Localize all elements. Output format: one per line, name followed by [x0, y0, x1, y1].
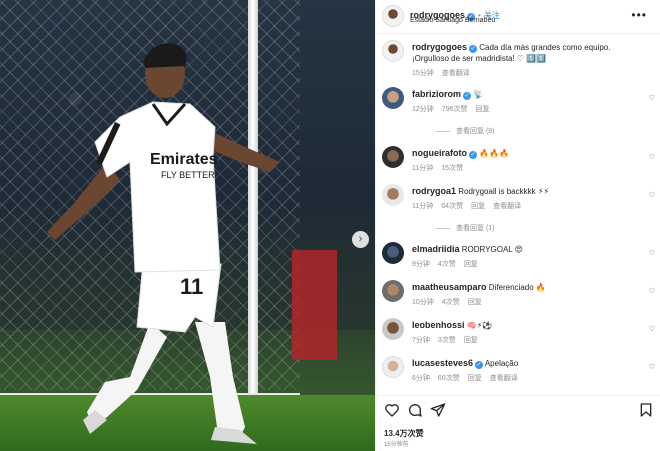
comment-time: 11分钟	[412, 165, 434, 172]
ad-board	[292, 250, 337, 360]
reply-button[interactable]: 回复	[468, 299, 482, 306]
jersey-sponsor-sub: FLY BETTER	[161, 170, 215, 180]
reply-button[interactable]: 回复	[475, 106, 489, 113]
translate-link[interactable]: 查看翻译	[490, 375, 518, 382]
post-header: rodrygogoes ✓ • 关注 Estadio Santiago Bernabé…	[376, 0, 660, 34]
jersey-number: 11	[180, 274, 203, 299]
commenter-avatar[interactable]	[382, 87, 404, 109]
more-options-icon[interactable]: •••	[631, 8, 647, 22]
like-heart-icon[interactable]: ♡	[649, 287, 655, 295]
comment-likes[interactable]: 4次赞	[438, 261, 456, 268]
comment-text: 🔥🔥🔥	[479, 149, 510, 158]
like-heart-icon[interactable]: ♡	[649, 325, 655, 333]
reply-button[interactable]: 回复	[468, 375, 482, 382]
commenter-avatar[interactable]	[382, 146, 404, 168]
translate-link[interactable]: 查看翻译	[493, 203, 521, 210]
view-replies-link[interactable]: 查看回复 (9)	[436, 126, 495, 136]
comments-list[interactable]: rodrygogoes ✓ Cada día más grandes como e…	[376, 34, 660, 394]
commenter-avatar[interactable]	[382, 184, 404, 206]
comment-text: Diferenciado 🔥	[488, 283, 546, 292]
comment-text: Apelação	[484, 359, 519, 368]
verified-icon: ✓	[469, 151, 477, 159]
like-heart-icon[interactable]: ♡	[649, 249, 655, 257]
post-media[interactable]: Emirates FLY BETTER 11 ›	[0, 0, 375, 451]
comment-icon[interactable]	[407, 402, 423, 418]
player-figure: Emirates FLY BETTER 11	[47, 43, 280, 444]
comment-username[interactable]: leobenhossi	[412, 320, 465, 330]
comment-text: Rodrygoall is backkkk ⚡⚡	[458, 187, 550, 196]
comment-likes[interactable]: 64次赞	[441, 203, 463, 210]
reply-button[interactable]: 回复	[464, 337, 478, 344]
verified-icon: ✓	[469, 45, 478, 53]
verified-icon: ✓	[463, 92, 472, 100]
translate-link[interactable]: 查看翻译	[442, 70, 470, 77]
commenter-avatar[interactable]	[382, 356, 404, 378]
like-heart-icon[interactable]: ♡	[649, 191, 655, 199]
verified-icon: ✓	[475, 361, 484, 369]
view-replies-link[interactable]: 查看回复 (1)	[436, 223, 495, 233]
author-avatar[interactable]	[382, 5, 404, 27]
comment-time: 10分钟	[412, 299, 434, 306]
caption-username[interactable]: rodrygogoes	[412, 42, 467, 52]
author-avatar[interactable]	[382, 40, 404, 62]
comment-text: 🧠⚡⚽	[466, 321, 493, 330]
post-time: 15分钟前	[384, 442, 409, 448]
comment-username[interactable]: nogueirafoto	[412, 148, 467, 158]
comment-username[interactable]: maatheusamparo	[412, 282, 487, 292]
like-heart-icon[interactable]: ♡	[649, 363, 655, 371]
comment-username[interactable]: elmadriidia	[412, 244, 460, 254]
post-side-panel: rodrygogoes ✓ • 关注 Estadio Santiago Bernabé…	[375, 0, 660, 451]
comment-time: 9分钟	[412, 261, 430, 268]
action-bar: 13.4万次赞 15分钟前	[376, 395, 660, 451]
jersey-sponsor: Emirates	[150, 151, 218, 168]
comment-time: 6分钟	[412, 375, 430, 382]
comment-time: 7分钟	[412, 337, 430, 344]
reply-button[interactable]: 回复	[471, 203, 485, 210]
commenter-avatar[interactable]	[382, 318, 404, 340]
like-heart-icon[interactable]: ♡	[649, 153, 655, 161]
comment-likes[interactable]: 796次赞	[442, 106, 468, 113]
comment-username[interactable]: rodrygoa1	[412, 186, 456, 196]
comment-username[interactable]: lucasesteves6	[412, 358, 473, 368]
caption-time: 15分钟	[412, 70, 434, 77]
comment-username[interactable]: fabriziorom	[412, 89, 461, 99]
commenter-avatar[interactable]	[382, 280, 404, 302]
like-count[interactable]: 13.4万次赞	[384, 428, 424, 439]
comment-likes[interactable]: 3次赞	[438, 337, 456, 344]
location-link[interactable]: Estadio Santiago Bernabéu	[410, 17, 495, 24]
comment-text: RODRYGOAL 😍	[461, 245, 524, 254]
comment-likes[interactable]: 60次赞	[438, 375, 460, 382]
reply-button[interactable]: 回复	[464, 261, 478, 268]
comment-text: 📡	[473, 90, 484, 99]
comment-time: 12分钟	[412, 106, 434, 113]
comment-likes[interactable]: 4次赞	[442, 299, 460, 306]
like-icon[interactable]	[384, 402, 400, 418]
commenter-avatar[interactable]	[382, 242, 404, 264]
comment-time: 11分钟	[412, 203, 434, 210]
like-heart-icon[interactable]: ♡	[649, 94, 655, 102]
next-media-button[interactable]: ›	[352, 231, 369, 248]
comment-likes[interactable]: 15次赞	[441, 165, 463, 172]
share-icon[interactable]	[430, 402, 446, 418]
bookmark-icon[interactable]	[638, 402, 654, 418]
